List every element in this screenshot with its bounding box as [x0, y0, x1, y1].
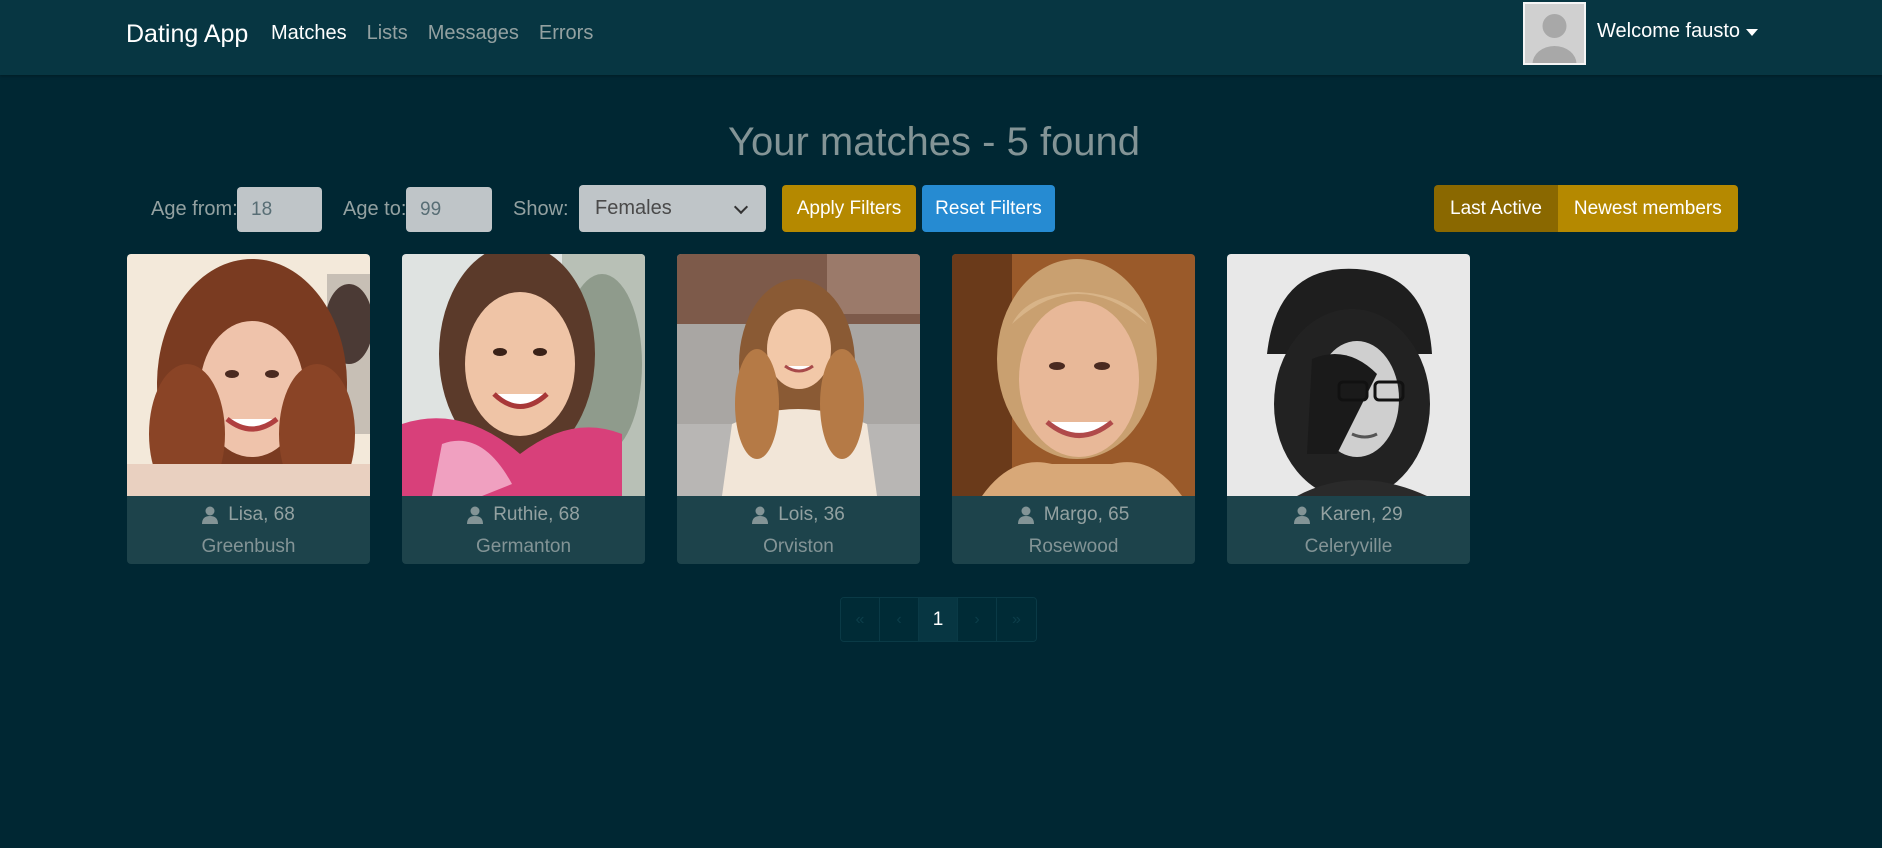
apply-filters-button[interactable]: Apply Filters	[782, 185, 916, 232]
age-to-input[interactable]	[406, 187, 492, 232]
user-icon	[202, 506, 219, 524]
pagination-next[interactable]: ›	[958, 598, 997, 641]
gender-select-value: Females	[595, 197, 672, 219]
welcome-text: Welcome fausto	[1597, 20, 1741, 42]
pagination-page-1[interactable]: 1	[919, 598, 958, 641]
card-footer: Karen, 29 Celeryville	[1227, 496, 1470, 564]
card-footer: Ruthie, 68 Germanton	[402, 496, 645, 564]
page-title: Your matches - 5 found	[727, 120, 1141, 164]
member-card[interactable]: Ruthie, 68 Germanton	[402, 254, 645, 564]
card-footer: Margo, 65 Rosewood	[952, 496, 1195, 564]
member-name-age: Lois, 36	[778, 504, 845, 525]
member-card[interactable]: Lisa, 68 Greenbush	[127, 254, 370, 564]
member-city: Greenbush	[201, 536, 296, 557]
nav-link-messages[interactable]: Messages	[428, 21, 519, 45]
show-label: Show:	[513, 198, 569, 220]
nav-link-errors[interactable]: Errors	[539, 21, 593, 45]
caret-down-icon	[1746, 28, 1759, 36]
user-dropdown-toggle[interactable]: Welcome fausto	[1597, 19, 1759, 43]
member-card-list: Lisa, 68 Greenbush Ruthie, 68 Germanton …	[127, 254, 1470, 564]
member-city: Germanton	[475, 536, 572, 557]
member-name-age: Karen, 29	[1320, 504, 1403, 525]
pagination-prev[interactable]: ‹	[880, 598, 919, 641]
member-card[interactable]: Margo, 65 Rosewood	[952, 254, 1195, 564]
nav-link-matches[interactable]: Matches	[271, 21, 347, 45]
member-photo	[402, 254, 645, 496]
member-city: Celeryville	[1304, 536, 1393, 557]
member-city: Orviston	[763, 536, 834, 557]
nav-links: Matches Lists Messages Errors	[271, 21, 593, 45]
pagination-last[interactable]: »	[997, 598, 1036, 641]
age-from-label: Age from:	[151, 198, 238, 220]
member-photo	[952, 254, 1195, 496]
newest-members-button[interactable]: Newest members	[1557, 185, 1738, 232]
user-icon	[467, 506, 484, 524]
member-card[interactable]: Lois, 36 Orviston	[677, 254, 920, 564]
user-icon	[752, 506, 769, 524]
age-to-label: Age to:	[343, 198, 407, 220]
navbar: Dating App Matches Lists Messages Errors…	[0, 0, 1882, 75]
member-name-age: Margo, 65	[1043, 504, 1130, 525]
pagination-first[interactable]: «	[841, 598, 880, 641]
member-photo	[677, 254, 920, 496]
user-avatar[interactable]	[1523, 2, 1586, 65]
card-footer: Lisa, 68 Greenbush	[127, 496, 370, 564]
member-photo	[127, 254, 370, 496]
last-active-button[interactable]: Last Active	[1434, 185, 1558, 232]
member-photo	[1227, 254, 1470, 496]
user-icon	[1017, 506, 1034, 524]
member-name-age: Lisa, 68	[228, 504, 295, 525]
nav-link-lists[interactable]: Lists	[367, 21, 408, 45]
member-city: Rosewood	[1028, 536, 1119, 557]
chevron-down-icon	[733, 199, 749, 215]
card-footer: Lois, 36 Orviston	[677, 496, 920, 564]
age-from-input[interactable]	[237, 187, 322, 232]
member-card[interactable]: Karen, 29 Celeryville	[1227, 254, 1470, 564]
user-icon	[1294, 506, 1311, 524]
reset-filters-button[interactable]: Reset Filters	[922, 185, 1055, 232]
member-name-age: Ruthie, 68	[493, 504, 580, 525]
sort-button-group: Last Active Newest members	[1434, 185, 1738, 232]
user-silhouette-icon	[1525, 4, 1584, 63]
gender-select[interactable]: Females	[579, 185, 766, 232]
pagination: « ‹ 1 › »	[840, 597, 1037, 642]
brand-link[interactable]: Dating App	[126, 19, 248, 49]
